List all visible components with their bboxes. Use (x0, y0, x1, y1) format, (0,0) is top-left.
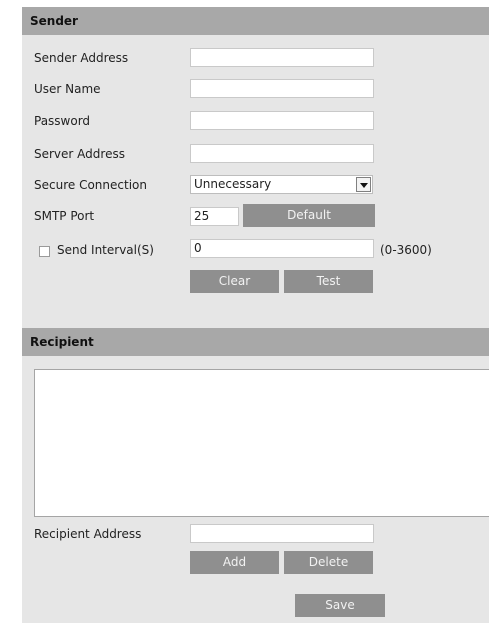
clear-button[interactable]: Clear (190, 270, 279, 293)
user-name-label: User Name (34, 82, 101, 96)
save-button[interactable]: Save (295, 594, 385, 617)
test-button[interactable]: Test (284, 270, 373, 293)
recipient-address-input[interactable] (190, 524, 374, 543)
sender-section-title: Sender (30, 14, 78, 28)
user-name-input[interactable] (190, 79, 374, 98)
recipient-address-label: Recipient Address (34, 527, 142, 541)
send-interval-range: (0-3600) (380, 243, 432, 257)
send-interval-checkbox[interactable] (39, 246, 50, 257)
secure-connection-label: Secure Connection (34, 178, 147, 192)
email-settings-panel: Sender Sender Address User Name Password… (22, 7, 489, 623)
delete-button[interactable]: Delete (284, 551, 373, 574)
send-interval-input[interactable]: 0 (190, 239, 374, 258)
server-address-input[interactable] (190, 144, 374, 163)
chevron-down-icon[interactable] (356, 177, 371, 192)
password-label: Password (34, 114, 91, 128)
recipient-list[interactable] (34, 369, 489, 517)
secure-connection-value: Unnecessary (194, 177, 272, 191)
add-button[interactable]: Add (190, 551, 279, 574)
recipient-section-header: Recipient (22, 328, 489, 356)
default-button[interactable]: Default (243, 204, 375, 227)
sender-section-header: Sender (22, 7, 489, 35)
send-interval-label: Send Interval(S) (57, 243, 154, 257)
sender-address-label: Sender Address (34, 51, 129, 65)
smtp-port-label: SMTP Port (34, 209, 95, 223)
server-address-label: Server Address (34, 147, 125, 161)
sender-address-input[interactable] (190, 48, 374, 67)
recipient-section-title: Recipient (30, 335, 94, 349)
secure-connection-select[interactable]: Unnecessary (190, 175, 373, 194)
smtp-port-input[interactable]: 25 (190, 207, 239, 226)
password-input[interactable] (190, 111, 374, 130)
